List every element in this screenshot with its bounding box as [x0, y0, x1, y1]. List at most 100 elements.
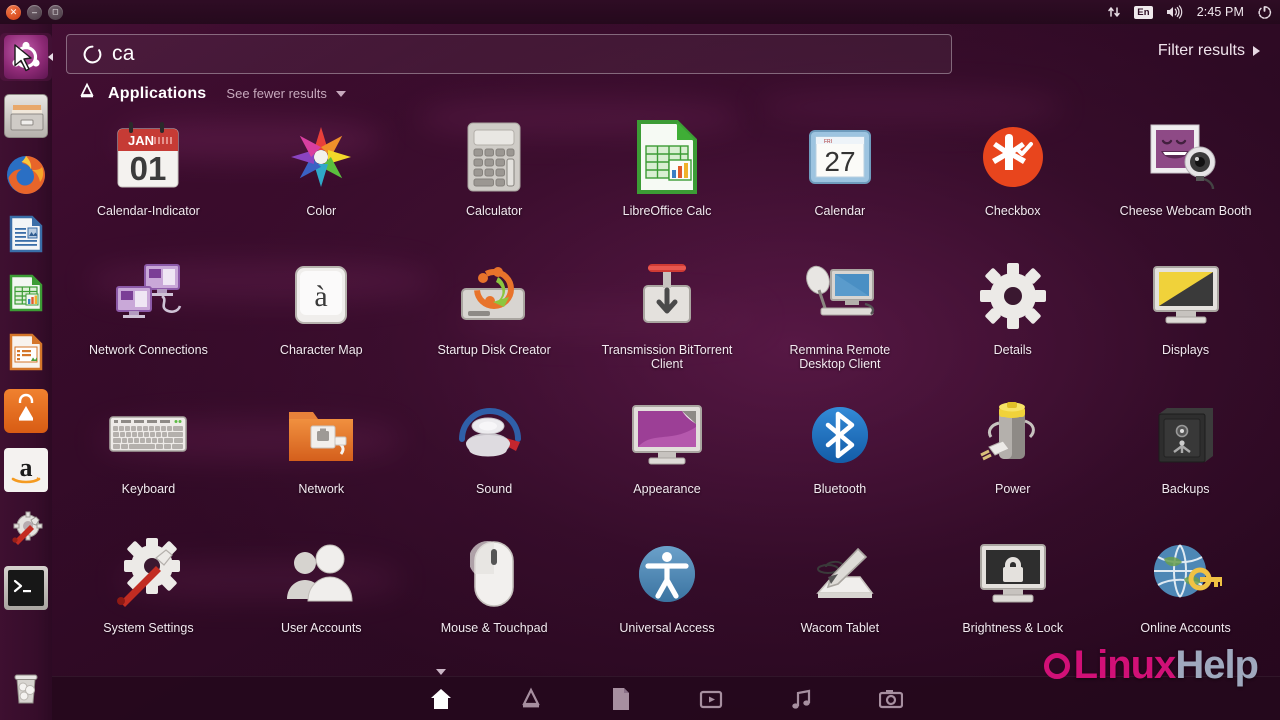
result-item[interactable]: Details	[926, 251, 1099, 390]
result-item[interactable]: Sound	[408, 390, 581, 529]
backups-safe-icon	[1145, 394, 1227, 476]
files-lens[interactable]	[608, 686, 634, 712]
sidebar-item-files[interactable]	[0, 86, 52, 145]
result-item[interactable]: User Accounts	[235, 529, 408, 668]
result-item[interactable]: FRI 27 Calendar	[753, 112, 926, 251]
applications-lens[interactable]	[518, 686, 544, 712]
sidebar-item-ubuntu-software-center[interactable]	[0, 381, 52, 440]
result-item[interactable]: Remmina Remote Desktop Client	[753, 251, 926, 390]
keyboard-layout-indicator[interactable]: En	[1134, 5, 1153, 19]
result-label: Power	[994, 482, 1031, 496]
mouse-icon	[453, 533, 535, 615]
sidebar-item-libreoffice-writer[interactable]	[0, 204, 52, 263]
appearance-icon	[626, 394, 708, 476]
mouse-cursor	[13, 44, 35, 79]
result-item[interactable]: Startup Disk Creator	[408, 251, 581, 390]
filter-results-button[interactable]: Filter results	[1158, 42, 1260, 60]
sidebar-item-libreoffice-calc[interactable]	[0, 263, 52, 322]
result-item[interactable]: Bluetooth	[753, 390, 926, 529]
result-item[interactable]: LibreOffice Calc	[581, 112, 754, 251]
result-item[interactable]: Wacom Tablet	[753, 529, 926, 668]
wacom-tablet-icon	[799, 533, 881, 615]
terminal-icon	[4, 565, 48, 610]
result-label: Mouse & Touchpad	[440, 621, 548, 635]
user-accounts-icon	[280, 533, 362, 615]
triangle-right-icon	[1253, 46, 1260, 56]
result-item[interactable]: Universal Access	[581, 529, 754, 668]
system-settings-icon	[107, 533, 189, 615]
transmission-icon	[626, 255, 708, 337]
sidebar-item-firefox[interactable]	[0, 145, 52, 204]
network-updown-icon[interactable]	[1107, 5, 1121, 19]
bluetooth-icon	[799, 394, 881, 476]
calendar-indicator-icon: JAN 01	[107, 116, 189, 198]
top-panel: ✕ – ◻ En 2:45 PM	[0, 0, 1280, 24]
volume-icon[interactable]	[1166, 5, 1184, 19]
result-item[interactable]: Color	[235, 112, 408, 251]
libreoffice-calc-icon	[626, 116, 708, 198]
brightness-lock-icon	[972, 533, 1054, 615]
result-label: Character Map	[279, 343, 363, 357]
svg-text:01: 01	[130, 150, 167, 187]
applications-icon	[522, 687, 540, 707]
video-play-icon	[699, 690, 723, 708]
result-label: Transmission BitTorrent Client	[601, 343, 733, 371]
result-label: Details	[993, 343, 1032, 357]
result-item[interactable]: Appearance	[581, 390, 754, 529]
video-lens[interactable]	[698, 686, 724, 712]
calendar-icon: FRI 27	[799, 116, 881, 198]
result-item[interactable]: Displays	[1099, 251, 1272, 390]
libreoffice-writer-icon	[4, 212, 48, 256]
firefox-icon	[4, 153, 48, 197]
result-label: Remmina Remote Desktop Client	[789, 343, 891, 371]
character-map-icon: à	[280, 255, 362, 337]
result-item[interactable]: Keyboard	[62, 390, 235, 529]
document-icon	[613, 687, 629, 710]
result-item[interactable]: Mouse & Touchpad	[408, 529, 581, 668]
result-label: Color	[306, 204, 337, 218]
see-fewer-results-toggle[interactable]: See fewer results	[226, 86, 326, 101]
result-label: Cheese Webcam Booth	[1119, 204, 1252, 218]
result-item[interactable]: Cheese Webcam Booth	[1099, 112, 1272, 251]
maximize-icon[interactable]: ◻	[48, 4, 63, 20]
minimize-icon[interactable]: –	[27, 4, 42, 20]
sidebar-item-libreoffice-impress[interactable]	[0, 322, 52, 381]
close-icon[interactable]: ✕	[6, 4, 21, 20]
photos-lens[interactable]	[878, 686, 904, 712]
result-item[interactable]: Backups	[1099, 390, 1272, 529]
sidebar-item-terminal[interactable]	[0, 558, 52, 617]
result-item[interactable]: Calculator	[408, 112, 581, 251]
music-lens[interactable]	[788, 686, 814, 712]
launcher-spacer	[0, 617, 52, 657]
search-input[interactable]: ca	[66, 34, 952, 74]
sidebar-item-trash[interactable]	[0, 657, 52, 716]
result-label: Startup Disk Creator	[437, 343, 551, 357]
network-connections-icon	[107, 255, 189, 337]
home-lens[interactable]	[428, 686, 454, 712]
universal-access-icon	[626, 533, 708, 615]
window-controls[interactable]: ✕ – ◻	[0, 4, 63, 20]
result-label: Appearance	[633, 482, 701, 496]
sidebar-item-system-settings[interactable]	[0, 499, 52, 558]
loading-spinner-icon	[83, 45, 102, 64]
result-item[interactable]: Transmission BitTorrent Client	[581, 251, 754, 390]
result-item[interactable]: Network	[235, 390, 408, 529]
result-item[interactable]: à Character Map	[235, 251, 408, 390]
result-item[interactable]: System Settings	[62, 529, 235, 668]
result-label: System Settings	[103, 621, 194, 635]
result-item[interactable]: Network Connections	[62, 251, 235, 390]
gear-power-icon[interactable]	[1257, 5, 1272, 20]
ubuntu-unity-dash-screen: ✕ – ◻ En 2:45 PM a ca Filter results App…	[0, 0, 1280, 720]
applications-lens-icon	[78, 82, 96, 105]
result-label: Keyboard	[121, 482, 176, 496]
chevron-down-icon[interactable]	[335, 90, 346, 97]
result-item[interactable]: JAN 01 Calendar-Indicator	[62, 112, 235, 251]
result-item[interactable]: Checkbox	[926, 112, 1099, 251]
checkbox-icon	[972, 116, 1054, 198]
result-item[interactable]: Power	[926, 390, 1099, 529]
camera-icon	[879, 689, 903, 708]
result-label: Calculator	[465, 204, 523, 218]
clock[interactable]: 2:45 PM	[1197, 5, 1244, 19]
sidebar-item-amazon[interactable]: a	[0, 440, 52, 499]
result-label: Displays	[1161, 343, 1210, 357]
